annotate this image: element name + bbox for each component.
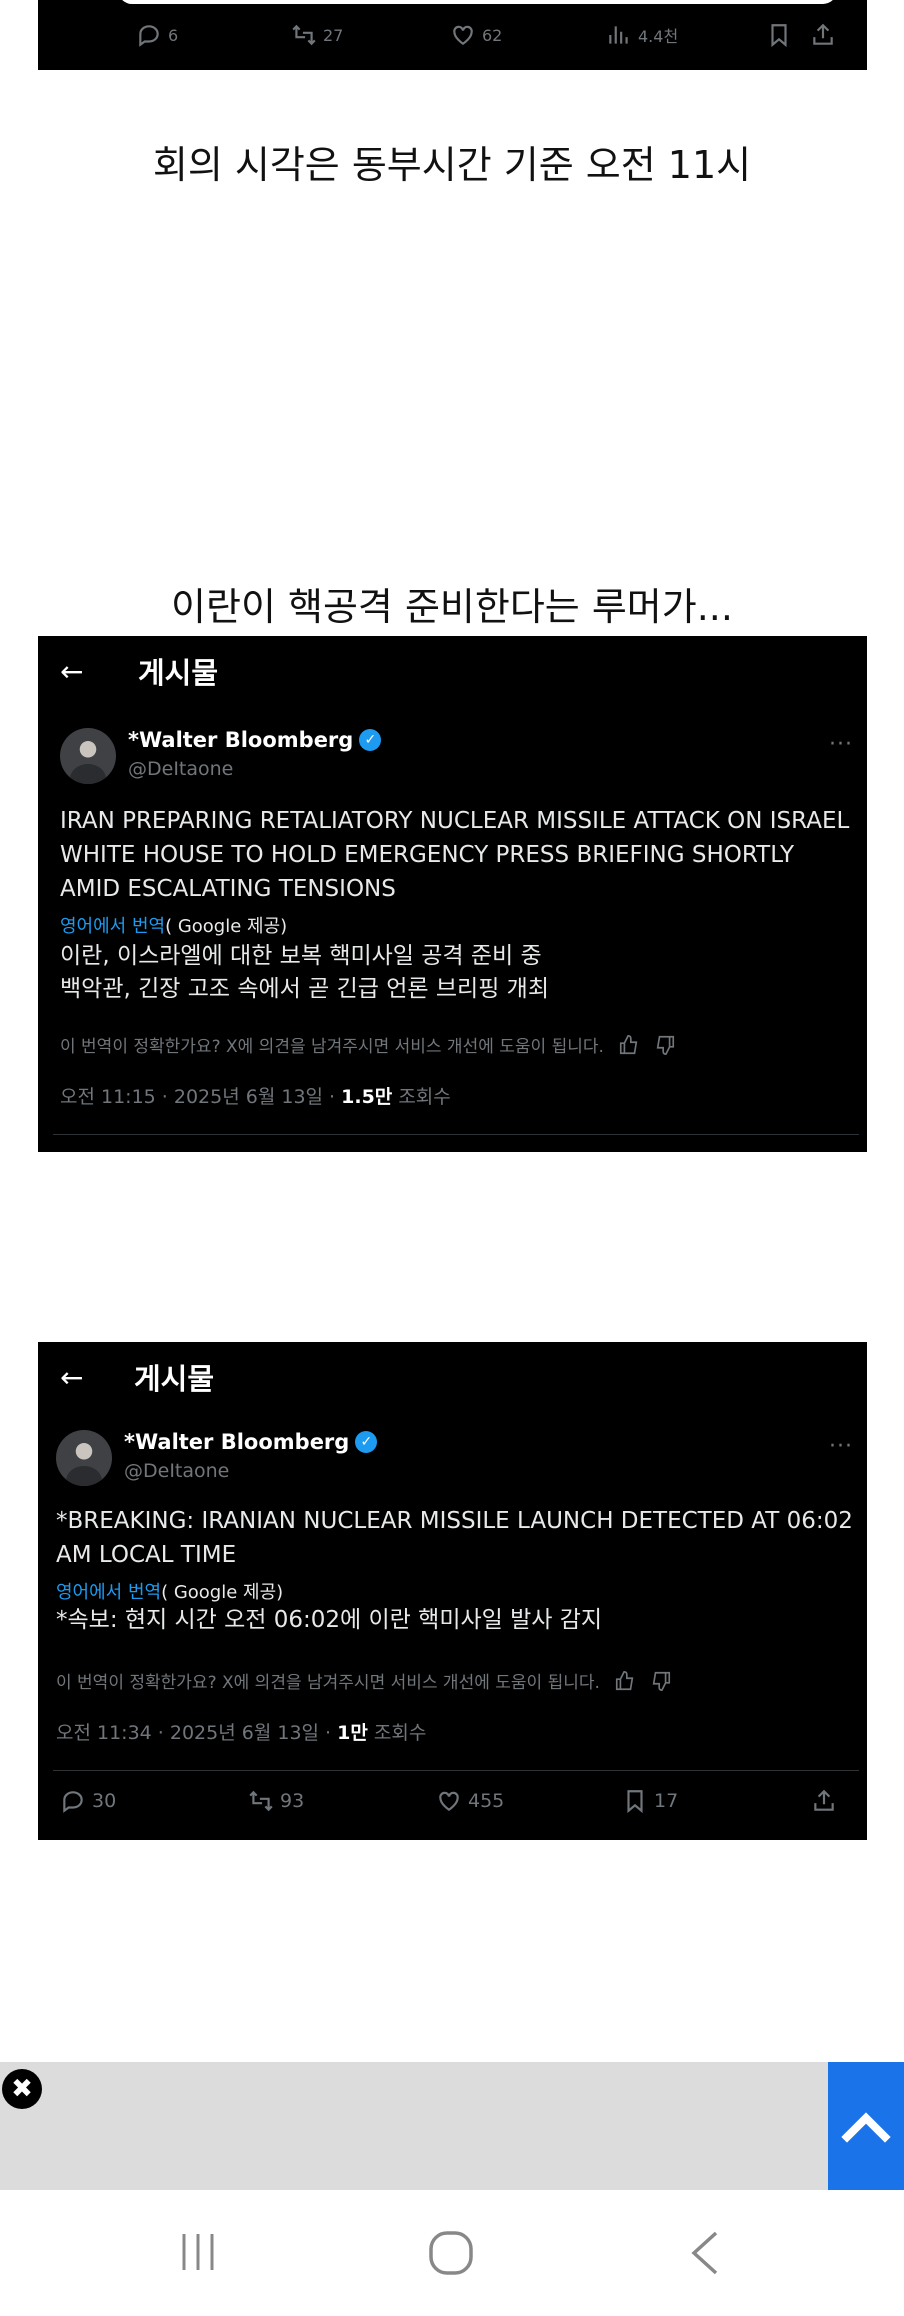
display-name[interactable]: *Walter Bloomberg ✓ <box>124 1430 378 1454</box>
views-icon <box>609 26 628 44</box>
timestamp-text: 오전 11:34 · 2025년 6월 13일 · <box>56 1722 338 1744</box>
bookmark-icon <box>771 24 787 48</box>
ad-banner[interactable] <box>0 2062 828 2190</box>
thumbs-down-icon[interactable] <box>650 1670 672 1692</box>
share-action[interactable] <box>810 22 836 48</box>
avatar[interactable] <box>60 728 116 784</box>
ad-close-icon[interactable]: ✖ <box>2 2069 42 2109</box>
thumbs-up-icon[interactable] <box>618 1034 640 1056</box>
heart-icon <box>439 1791 459 1811</box>
home-icon[interactable] <box>428 2230 474 2276</box>
bookmark-action[interactable] <box>766 22 792 48</box>
views-label: 조회수 <box>367 1722 427 1744</box>
like-count: 455 <box>468 1790 505 1812</box>
thumbs-down-icon[interactable] <box>654 1034 676 1056</box>
post-text-korean: 이란, 이스라엘에 대한 보복 핵미사일 공격 준비 중 백악관, 긴장 고조 … <box>60 940 860 1006</box>
header-title: 게시물 <box>138 656 219 690</box>
like-count: 62 <box>482 25 503 45</box>
recent-apps-icon[interactable] <box>176 2230 220 2274</box>
more-options-icon[interactable]: ··· <box>829 732 853 757</box>
more-options-icon[interactable]: ··· <box>829 1434 853 1459</box>
handle[interactable]: @DeItaone <box>128 758 233 780</box>
bookmark-icon <box>627 1790 643 1814</box>
display-name-text: *Walter Bloomberg <box>128 728 354 752</box>
post-text-english: *BREAKING: IRANIAN NUCLEAR MISSILE LAUNC… <box>56 1508 853 1568</box>
handle[interactable]: @DeItaone <box>124 1460 229 1482</box>
feedback-text: 이 번역이 정확한가요? X에 의견을 남겨주시면 서비스 개선에 도움이 됩니… <box>56 1673 600 1693</box>
korean-line-2: 백악관, 긴장 고조 속에서 곧 긴급 언론 브리핑 개최 <box>60 976 549 1002</box>
reply-action[interactable]: 6 <box>136 22 178 48</box>
repost-count: 93 <box>280 1790 305 1812</box>
repost-action[interactable]: 27 <box>291 22 343 48</box>
views-count: 1만 <box>337 1722 368 1744</box>
verified-badge-icon: ✓ <box>355 1431 378 1453</box>
back-arrow-icon[interactable]: ← <box>60 1361 83 1394</box>
like-action[interactable]: 62 <box>450 22 502 48</box>
share-icon <box>813 23 833 45</box>
post-card-2: ← 게시물 *Walter Bloomberg ✓ @DeItaone ··· … <box>38 1342 867 1840</box>
back-arrow-icon[interactable]: ← <box>60 655 83 688</box>
translation-attribution: 영어에서 번역( Google 제공) <box>56 1578 283 1604</box>
post-header: ← 게시물 <box>38 636 867 706</box>
verified-badge-icon: ✓ <box>359 729 382 751</box>
post-text-korean: *속보: 현지 시간 오전 06:02에 이란 핵미사일 발사 감지 <box>56 1607 603 1633</box>
reply-count: 6 <box>168 25 179 45</box>
post-text-english: IRAN PREPARING RETALIATORY NUCLEAR MISSI… <box>60 808 850 902</box>
korean-line-1: 이란, 이스라엘에 대한 보복 핵미사일 공격 준비 중 <box>60 943 542 969</box>
system-navigation-bar <box>0 2190 904 2316</box>
reply-icon <box>139 25 159 47</box>
post-card-1: ← 게시물 *Walter Bloomberg ✓ @DeItaone ··· … <box>38 636 867 1152</box>
translate-provider: ( Google 제공) <box>165 916 288 937</box>
caption-meeting-time: 회의 시각은 동부시간 기준 오전 11시 <box>152 143 752 187</box>
bookmark-count: 17 <box>654 1790 679 1812</box>
reply-action[interactable]: 30 <box>60 1788 116 1814</box>
views-action[interactable]: 4.4천 <box>606 22 678 48</box>
share-icon <box>814 1789 834 1811</box>
feedback-text: 이 번역이 정확한가요? X에 의견을 남겨주시면 서비스 개선에 도움이 됩니… <box>60 1037 604 1057</box>
translation-attribution: 영어에서 번역( Google 제공) <box>60 912 287 938</box>
reply-icon <box>63 1791 83 1813</box>
repost-icon <box>249 1790 273 1812</box>
divider <box>53 1770 859 1771</box>
thumbs-up-icon[interactable] <box>614 1670 636 1692</box>
translate-link[interactable]: 영어에서 번역 <box>56 1582 161 1603</box>
bookmark-action[interactable]: 17 <box>622 1788 678 1814</box>
scroll-to-top-button[interactable] <box>828 2062 904 2190</box>
like-action[interactable]: 455 <box>436 1788 504 1814</box>
translate-provider: ( Google 제공) <box>161 1582 284 1603</box>
top-tweet-action-bar: 6 27 62 4.4천 <box>38 0 867 70</box>
display-name-text: *Walter Bloomberg <box>124 1430 350 1454</box>
views-count: 1.5만 <box>341 1086 393 1108</box>
reply-input-edge <box>118 0 837 4</box>
views-count: 4.4천 <box>638 27 679 46</box>
translation-feedback: 이 번역이 정확한가요? X에 의견을 남겨주시면 서비스 개선에 도움이 됩니… <box>60 1032 676 1057</box>
translate-link[interactable]: 영어에서 번역 <box>60 916 165 937</box>
repost-icon <box>292 24 316 46</box>
display-name[interactable]: *Walter Bloomberg ✓ <box>128 728 382 752</box>
repost-action[interactable]: 93 <box>248 1788 304 1814</box>
caption-rumor: 이란이 핵공격 준비한다는 루머가... <box>171 585 733 629</box>
header-title: 게시물 <box>134 1362 215 1396</box>
timestamp-text: 오전 11:15 · 2025년 6월 13일 · <box>60 1086 342 1108</box>
share-action[interactable] <box>811 1788 837 1814</box>
avatar[interactable] <box>56 1430 112 1486</box>
divider <box>53 1134 859 1135</box>
post-timestamp: 오전 11:34 · 2025년 6월 13일 · 1만 조회수 <box>56 1718 426 1745</box>
translation-feedback: 이 번역이 정확한가요? X에 의견을 남겨주시면 서비스 개선에 도움이 됩니… <box>56 1668 672 1693</box>
chevron-up-icon <box>841 2112 891 2143</box>
back-icon[interactable] <box>688 2230 722 2276</box>
reply-count: 30 <box>92 1790 117 1812</box>
post-header: ← 게시물 <box>38 1342 867 1412</box>
post-timestamp: 오전 11:15 · 2025년 6월 13일 · 1.5만 조회수 <box>60 1082 451 1109</box>
repost-count: 27 <box>323 25 344 45</box>
heart-icon <box>453 25 473 45</box>
views-label: 조회수 <box>392 1086 451 1108</box>
